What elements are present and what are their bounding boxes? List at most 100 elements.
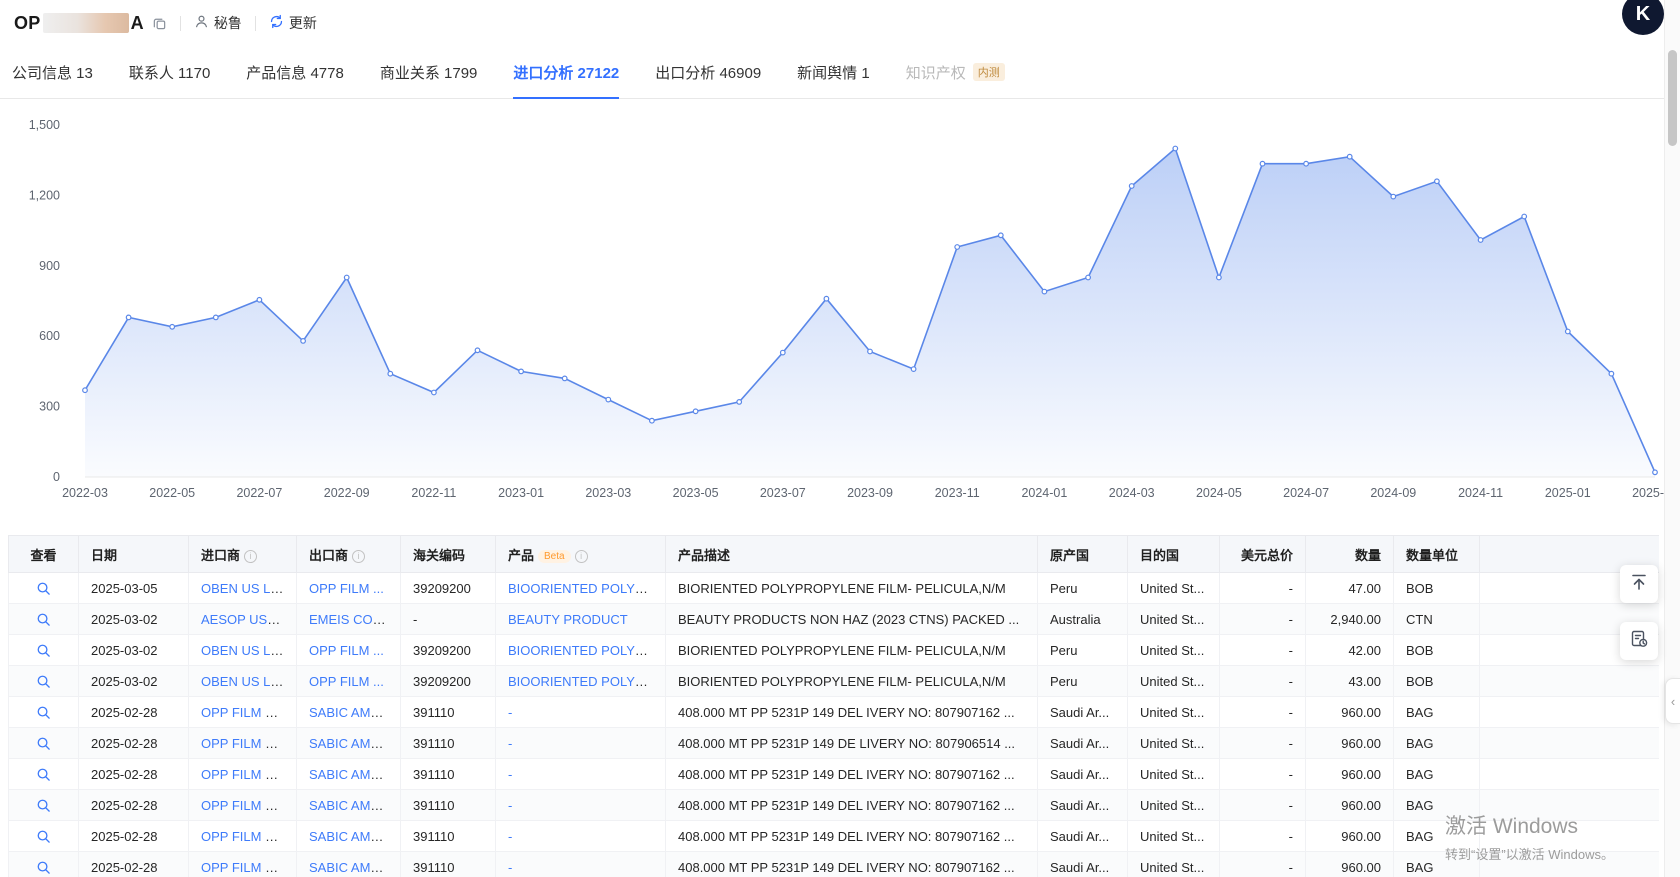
cell-quantity-unit: BAG (1394, 759, 1480, 790)
chart-point (868, 349, 873, 354)
chart-point (519, 369, 524, 374)
tab-intellectual-property[interactable]: 知识产权内测 (906, 46, 1005, 98)
tab-news[interactable]: 新闻舆情 1 (797, 46, 870, 98)
x-tick-label: 2024-03 (1109, 486, 1155, 500)
exporter-link[interactable]: OPP FILM ... (309, 643, 384, 658)
chart-point (1478, 238, 1483, 243)
y-tick-label: 1,200 (29, 188, 60, 202)
product-link[interactable]: - (508, 860, 512, 875)
product-link[interactable]: - (508, 736, 512, 751)
exporter-link[interactable]: SABIC AME... (309, 767, 390, 782)
view-detail-button[interactable] (36, 674, 51, 689)
exporter-link[interactable]: SABIC AME... (309, 829, 390, 844)
view-detail-button[interactable] (36, 829, 51, 844)
importer-link[interactable]: OPP FILM E... (201, 829, 285, 844)
importer-link[interactable]: OPP FILM E... (201, 736, 285, 751)
copy-icon[interactable] (152, 16, 167, 31)
view-detail-button[interactable] (36, 612, 51, 627)
table-row: 2025-03-02AESOP USA ...EMEIS COS...-BEAU… (9, 604, 1659, 635)
product-link[interactable]: - (508, 798, 512, 813)
import-trend-chart-svg: 03006009001,2001,5002022-032022-052022-0… (0, 99, 1680, 511)
view-detail-button[interactable] (36, 581, 51, 596)
y-tick-label: 300 (39, 400, 60, 414)
cell-quantity-unit: BOB (1394, 635, 1480, 666)
exporter-link[interactable]: SABIC AME... (309, 705, 390, 720)
importer-link[interactable]: AESOP USA ... (201, 612, 290, 627)
cell-date: 2025-02-28 (79, 759, 189, 790)
tab-business-relations[interactable]: 商业关系 1799 (380, 46, 478, 98)
x-tick-label: 2023-07 (760, 486, 806, 500)
cell-hs-code: 391110 (401, 852, 496, 877)
exporter-link[interactable]: SABIC AME... (309, 736, 390, 751)
tab-import-analysis[interactable]: 进口分析 27122 (513, 46, 619, 98)
view-detail-button[interactable] (36, 736, 51, 751)
exporter-link[interactable]: SABIC AME... (309, 860, 390, 875)
tab-label: 商业关系 1799 (380, 62, 478, 83)
country-item[interactable]: 秘鲁 (194, 13, 242, 33)
importer-link[interactable]: OPP FILM E... (201, 705, 285, 720)
importer-link[interactable]: OBEN US LLC (201, 643, 287, 658)
exporter-link[interactable]: EMEIS COS... (309, 612, 392, 627)
info-icon[interactable] (244, 550, 257, 563)
cell-date: 2025-03-02 (79, 604, 189, 635)
product-link[interactable]: BIOORIENTED POLYPR... (508, 643, 664, 658)
view-detail-button[interactable] (36, 798, 51, 813)
cell-date: 2025-03-02 (79, 666, 189, 697)
exporter-link[interactable]: OPP FILM ... (309, 674, 384, 689)
refresh-button[interactable]: 更新 (269, 13, 317, 33)
table-row: 2025-02-28OPP FILM E...SABIC AME...39111… (9, 852, 1659, 877)
scrollbar[interactable] (1664, 0, 1680, 877)
product-link[interactable]: BIOORIENTED POLYPR... (508, 581, 664, 596)
y-tick-label: 0 (53, 470, 60, 484)
tab-export-analysis[interactable]: 出口分析 46909 (655, 46, 761, 98)
importer-link[interactable]: OPP FILM E... (201, 798, 285, 813)
chart-point (1304, 161, 1309, 166)
tab-contacts[interactable]: 联系人 1170 (129, 46, 210, 98)
view-detail-button[interactable] (36, 705, 51, 720)
info-icon[interactable] (575, 550, 588, 563)
chart-point (1391, 194, 1396, 199)
tab-label: 新闻舆情 1 (797, 62, 870, 83)
cell-hs-code: 39209200 (401, 573, 496, 604)
product-link[interactable]: BEAUTY PRODUCT (508, 612, 628, 627)
chart-point (562, 376, 567, 381)
feedback-button[interactable] (1620, 622, 1658, 660)
product-link[interactable]: - (508, 829, 512, 844)
info-icon[interactable] (352, 550, 365, 563)
divider (180, 16, 181, 31)
cell-date: 2025-02-28 (79, 790, 189, 821)
importer-link[interactable]: OPP FILM E... (201, 767, 285, 782)
x-tick-label: 2023-05 (673, 486, 719, 500)
product-link[interactable]: BIOORIENTED POLYPR... (508, 674, 664, 689)
cell-quantity-unit: BAG (1394, 728, 1480, 759)
cell-usd-total: - (1220, 635, 1306, 666)
cell-quantity-unit: BAG (1394, 821, 1480, 852)
view-detail-button[interactable] (36, 643, 51, 658)
back-to-top-button[interactable] (1620, 565, 1658, 603)
importer-link[interactable]: OBEN US LLC (201, 674, 287, 689)
cell-description: 408.000 MT PP 5231P 149 DEL IVERY NO: 80… (666, 790, 1038, 821)
tab-company-info[interactable]: 公司信息 13 (12, 46, 93, 98)
cell-quantity: 43.00 (1306, 666, 1394, 697)
view-detail-button[interactable] (36, 860, 51, 875)
cell-description: 408.000 MT PP 5231P 149 DEL IVERY NO: 80… (666, 759, 1038, 790)
chart-point (1653, 470, 1658, 475)
product-link[interactable]: - (508, 705, 512, 720)
chart-point (475, 348, 480, 353)
view-detail-button[interactable] (36, 767, 51, 782)
cell-date: 2025-03-02 (79, 635, 189, 666)
exporter-link[interactable]: SABIC AME... (309, 798, 390, 813)
cell-origin-country: Saudi Ar... (1038, 728, 1128, 759)
cell-quantity-unit: BOB (1394, 573, 1480, 604)
tab-product-info[interactable]: 产品信息 4778 (246, 46, 344, 98)
col-header-quantity_unit: 数量单位 (1394, 536, 1480, 573)
importer-link[interactable]: OPP FILM E... (201, 860, 285, 875)
importer-link[interactable]: OBEN US LLC (201, 581, 287, 596)
collapse-panel-handle[interactable]: ‹ (1665, 678, 1680, 724)
brand-logo: K (1622, 0, 1664, 35)
table-row: 2025-02-28OPP FILM E...SABIC AME...39111… (9, 790, 1659, 821)
cell-origin-country: Saudi Ar... (1038, 790, 1128, 821)
product-link[interactable]: - (508, 767, 512, 782)
exporter-link[interactable]: OPP FILM ... (309, 581, 384, 596)
scrollbar-thumb[interactable] (1668, 50, 1677, 146)
